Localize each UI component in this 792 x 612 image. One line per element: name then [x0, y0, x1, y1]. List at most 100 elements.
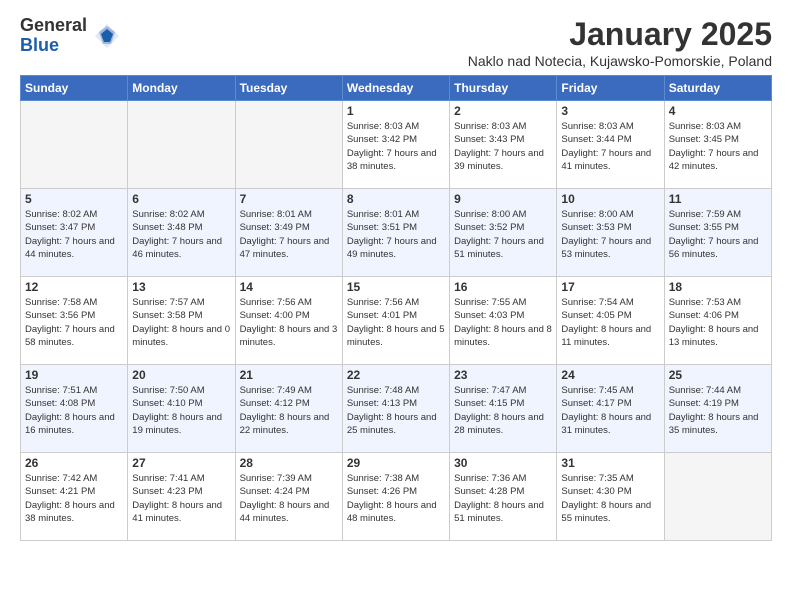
day-info: Sunrise: 8:03 AM Sunset: 3:45 PM Dayligh…	[669, 120, 767, 173]
day-cell: 7Sunrise: 8:01 AM Sunset: 3:49 PM Daylig…	[235, 189, 342, 277]
day-number: 18	[669, 280, 767, 294]
day-info: Sunrise: 7:47 AM Sunset: 4:15 PM Dayligh…	[454, 384, 552, 437]
day-cell: 3 Sunrise: 8:03 AM Sunset: 3:44 PM Daylig…	[557, 101, 664, 189]
day-number: 22	[347, 368, 445, 382]
day-cell: 17 Sunrise: 7:54 AM Sunset: 4:05 PM Dayli…	[557, 277, 664, 365]
day-info: Sunrise: 8:02 AM Sunset: 3:47 PM Dayligh…	[25, 208, 123, 261]
day-cell: 25Sunrise: 7:44 AM Sunset: 4:19 PM Dayli…	[664, 365, 771, 453]
day-info: Sunrise: 7:44 AM Sunset: 4:19 PM Dayligh…	[669, 384, 767, 437]
day-info: Sunrise: 7:51 AM Sunset: 4:08 PM Dayligh…	[25, 384, 123, 437]
day-cell: 20 Sunrise: 7:50 AM Sunset: 4:10 PM Dayli…	[128, 365, 235, 453]
day-number: 3	[561, 104, 659, 118]
day-info: Sunrise: 7:57 AM Sunset: 3:58 PM Dayligh…	[132, 296, 230, 349]
day-cell: 11 Sunrise: 7:59 AM Sunset: 3:55 PM Dayli…	[664, 189, 771, 277]
week-row-2: 5Sunrise: 8:02 AM Sunset: 3:47 PM Daylig…	[21, 189, 772, 277]
day-info: Sunrise: 7:50 AM Sunset: 4:10 PM Dayligh…	[132, 384, 230, 437]
day-cell: 21 Sunrise: 7:49 AM Sunset: 4:12 PM Dayli…	[235, 365, 342, 453]
day-number: 31	[561, 456, 659, 470]
day-cell: 9 Sunrise: 8:00 AM Sunset: 3:52 PM Daylig…	[450, 189, 557, 277]
day-header-sunday: Sunday	[21, 76, 128, 101]
day-info: Sunrise: 7:55 AM Sunset: 4:03 PM Dayligh…	[454, 296, 552, 349]
day-cell: 18 Sunrise: 7:53 AM Sunset: 4:06 PM Dayli…	[664, 277, 771, 365]
day-number: 28	[240, 456, 338, 470]
week-row-3: 12 Sunrise: 7:58 AM Sunset: 3:56 PM Dayli…	[21, 277, 772, 365]
week-row-1: 1Sunrise: 8:03 AM Sunset: 3:42 PM Daylig…	[21, 101, 772, 189]
day-cell: 15 Sunrise: 7:56 AM Sunset: 4:01 PM Dayli…	[342, 277, 449, 365]
day-cell: 6 Sunrise: 8:02 AM Sunset: 3:48 PM Daylig…	[128, 189, 235, 277]
day-info: Sunrise: 7:35 AM Sunset: 4:30 PM Dayligh…	[561, 472, 659, 525]
day-cell: 26 Sunrise: 7:42 AM Sunset: 4:21 PM Dayli…	[21, 453, 128, 541]
month-title: January 2025	[468, 16, 772, 53]
week-row-5: 26 Sunrise: 7:42 AM Sunset: 4:21 PM Dayli…	[21, 453, 772, 541]
day-cell: 2 Sunrise: 8:03 AM Sunset: 3:43 PM Daylig…	[450, 101, 557, 189]
day-number: 15	[347, 280, 445, 294]
day-number: 19	[25, 368, 123, 382]
day-cell: 14Sunrise: 7:56 AM Sunset: 4:00 PM Dayli…	[235, 277, 342, 365]
header: General Blue January 2025 Naklo nad Note…	[20, 16, 772, 69]
day-info: Sunrise: 7:39 AM Sunset: 4:24 PM Dayligh…	[240, 472, 338, 525]
day-info: Sunrise: 7:56 AM Sunset: 4:01 PM Dayligh…	[347, 296, 445, 349]
day-info: Sunrise: 7:58 AM Sunset: 3:56 PM Dayligh…	[25, 296, 123, 349]
day-cell	[235, 101, 342, 189]
day-cell: 8 Sunrise: 8:01 AM Sunset: 3:51 PM Daylig…	[342, 189, 449, 277]
logo-icon	[93, 22, 121, 50]
day-cell: 28 Sunrise: 7:39 AM Sunset: 4:24 PM Dayli…	[235, 453, 342, 541]
day-number: 23	[454, 368, 552, 382]
day-number: 2	[454, 104, 552, 118]
day-cell: 19 Sunrise: 7:51 AM Sunset: 4:08 PM Dayli…	[21, 365, 128, 453]
day-info: Sunrise: 7:49 AM Sunset: 4:12 PM Dayligh…	[240, 384, 338, 437]
day-number: 21	[240, 368, 338, 382]
day-info: Sunrise: 8:01 AM Sunset: 3:51 PM Dayligh…	[347, 208, 445, 261]
day-header-wednesday: Wednesday	[342, 76, 449, 101]
day-cell: 4 Sunrise: 8:03 AM Sunset: 3:45 PM Daylig…	[664, 101, 771, 189]
day-header-friday: Friday	[557, 76, 664, 101]
day-number: 26	[25, 456, 123, 470]
day-cell: 13Sunrise: 7:57 AM Sunset: 3:58 PM Dayli…	[128, 277, 235, 365]
day-info: Sunrise: 8:02 AM Sunset: 3:48 PM Dayligh…	[132, 208, 230, 261]
day-number: 6	[132, 192, 230, 206]
day-cell: 10Sunrise: 8:00 AM Sunset: 3:53 PM Dayli…	[557, 189, 664, 277]
day-header-saturday: Saturday	[664, 76, 771, 101]
day-header-thursday: Thursday	[450, 76, 557, 101]
day-number: 20	[132, 368, 230, 382]
day-number: 11	[669, 192, 767, 206]
day-cell: 22Sunrise: 7:48 AM Sunset: 4:13 PM Dayli…	[342, 365, 449, 453]
calendar-header: SundayMondayTuesdayWednesdayThursdayFrid…	[21, 76, 772, 101]
logo-general: General	[20, 16, 87, 36]
logo-text: General Blue	[20, 16, 87, 56]
day-header-tuesday: Tuesday	[235, 76, 342, 101]
days-of-week-row: SundayMondayTuesdayWednesdayThursdayFrid…	[21, 76, 772, 101]
calendar-body: 1Sunrise: 8:03 AM Sunset: 3:42 PM Daylig…	[21, 101, 772, 541]
day-info: Sunrise: 8:00 AM Sunset: 3:52 PM Dayligh…	[454, 208, 552, 261]
day-number: 8	[347, 192, 445, 206]
day-info: Sunrise: 7:42 AM Sunset: 4:21 PM Dayligh…	[25, 472, 123, 525]
day-info: Sunrise: 7:54 AM Sunset: 4:05 PM Dayligh…	[561, 296, 659, 349]
day-number: 14	[240, 280, 338, 294]
calendar-table: SundayMondayTuesdayWednesdayThursdayFrid…	[20, 75, 772, 541]
logo: General Blue	[20, 16, 121, 56]
day-info: Sunrise: 7:38 AM Sunset: 4:26 PM Dayligh…	[347, 472, 445, 525]
day-number: 29	[347, 456, 445, 470]
title-area: January 2025 Naklo nad Notecia, Kujawsko…	[468, 16, 772, 69]
logo-blue: Blue	[20, 36, 87, 56]
day-number: 9	[454, 192, 552, 206]
day-cell: 12 Sunrise: 7:58 AM Sunset: 3:56 PM Dayli…	[21, 277, 128, 365]
day-number: 17	[561, 280, 659, 294]
day-info: Sunrise: 8:03 AM Sunset: 3:43 PM Dayligh…	[454, 120, 552, 173]
week-row-4: 19 Sunrise: 7:51 AM Sunset: 4:08 PM Dayli…	[21, 365, 772, 453]
day-number: 10	[561, 192, 659, 206]
day-info: Sunrise: 7:36 AM Sunset: 4:28 PM Dayligh…	[454, 472, 552, 525]
day-info: Sunrise: 8:03 AM Sunset: 3:42 PM Dayligh…	[347, 120, 445, 173]
day-number: 16	[454, 280, 552, 294]
day-number: 7	[240, 192, 338, 206]
day-cell	[664, 453, 771, 541]
day-info: Sunrise: 7:53 AM Sunset: 4:06 PM Dayligh…	[669, 296, 767, 349]
day-number: 4	[669, 104, 767, 118]
day-cell	[21, 101, 128, 189]
day-cell: 1Sunrise: 8:03 AM Sunset: 3:42 PM Daylig…	[342, 101, 449, 189]
day-number: 24	[561, 368, 659, 382]
day-info: Sunrise: 7:59 AM Sunset: 3:55 PM Dayligh…	[669, 208, 767, 261]
day-info: Sunrise: 8:03 AM Sunset: 3:44 PM Dayligh…	[561, 120, 659, 173]
day-number: 12	[25, 280, 123, 294]
day-cell: 29 Sunrise: 7:38 AM Sunset: 4:26 PM Dayli…	[342, 453, 449, 541]
